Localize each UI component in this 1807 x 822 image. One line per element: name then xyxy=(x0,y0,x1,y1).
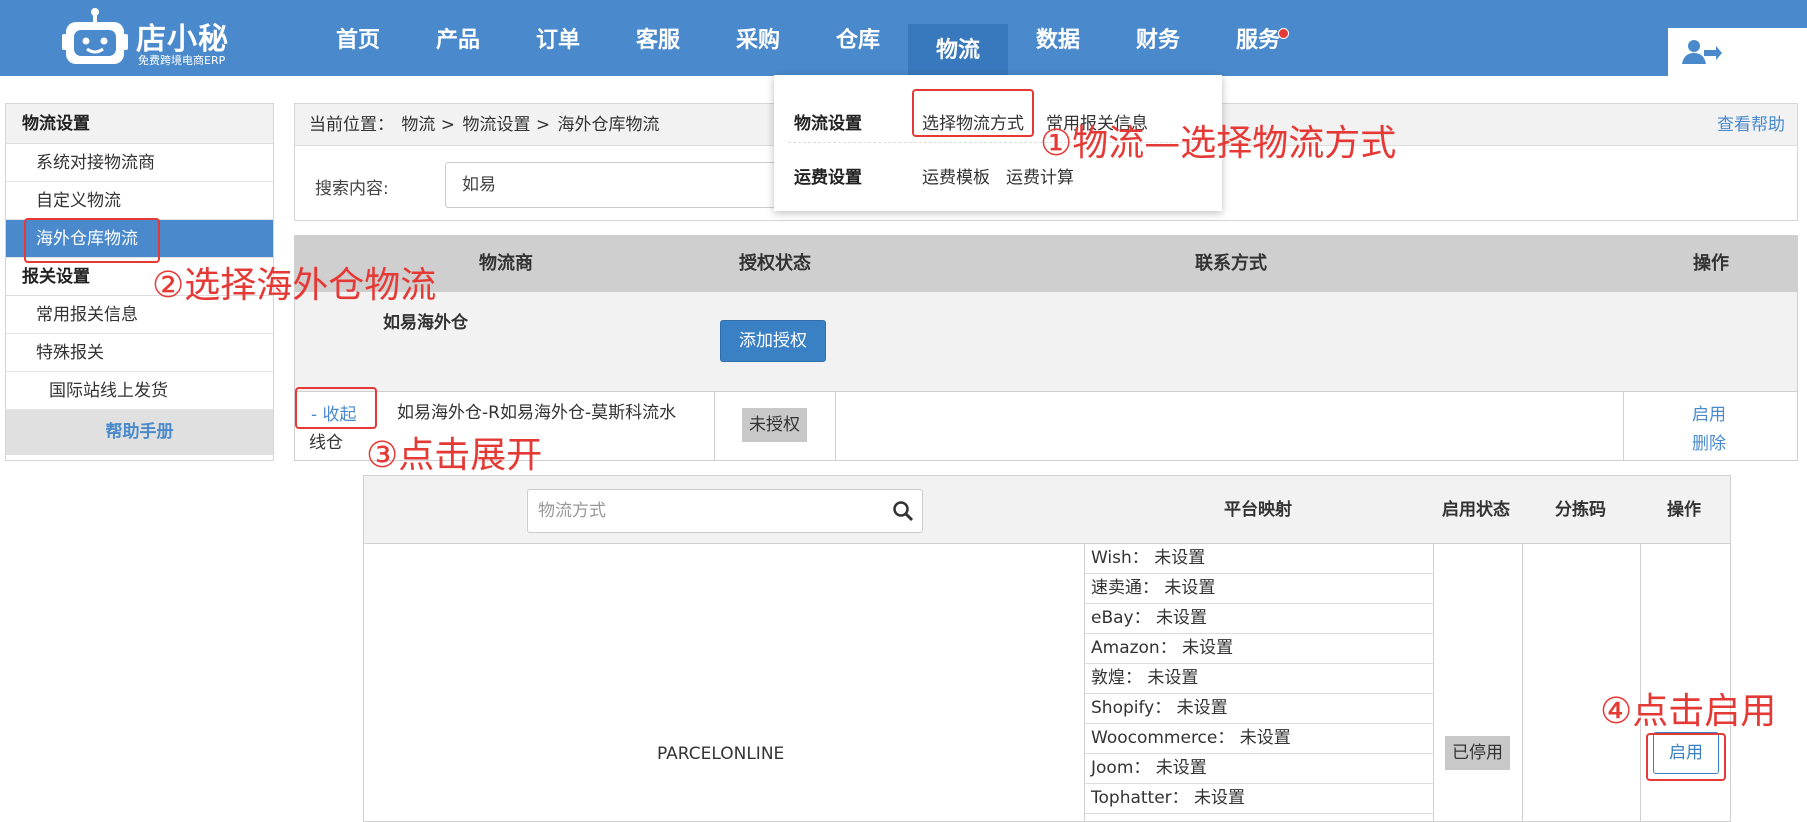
sidebar-item-special-customs[interactable]: 特殊报关 xyxy=(6,334,273,372)
nav-products[interactable]: 产品 xyxy=(408,0,508,76)
freight-calc-link[interactable]: 运费计算 xyxy=(1006,163,1074,188)
view-help-link[interactable]: 查看帮助 xyxy=(1717,104,1785,146)
logo-subtitle: 免费跨境电商ERP xyxy=(138,54,226,67)
annotation-step3: ③点击展开 xyxy=(366,435,543,476)
user-icon xyxy=(1682,40,1722,64)
nav-logistics[interactable]: 物流 xyxy=(908,24,1008,76)
annotation-step2: ②选择海外仓物流 xyxy=(152,265,437,306)
carrier-group: 如易海外仓 添加授权 xyxy=(295,292,1797,392)
header-operations: 操作 xyxy=(1693,253,1729,274)
sidebar-item-online-shipping[interactable]: 国际站线上发货 xyxy=(6,372,273,410)
highlight-enable xyxy=(1646,733,1726,781)
mapping-joom: Joom： 未设置 xyxy=(1085,754,1434,784)
carrier-name: 如易海外仓-R如易海外仓-莫斯科流水 xyxy=(397,403,677,423)
header-carrier: 物流商 xyxy=(479,253,533,274)
sidebar-item-custom-logistics[interactable]: 自定义物流 xyxy=(6,182,273,220)
search-input[interactable]: 如易 xyxy=(445,162,795,208)
method-name: PARCELONLINE xyxy=(657,744,785,764)
top-navbar: 店小秘 免费跨境电商ERP 首页 产品 订单 客服 采购 仓库 物流 数据 财务… xyxy=(0,0,1807,76)
table-row: PARCELONLINE Wish： 未设置 速卖通： 未设置 eBay： 未设… xyxy=(364,544,1730,821)
nav-purchase[interactable]: 采购 xyxy=(708,0,808,76)
mapping-aliexpress: 速卖通： 未设置 xyxy=(1085,574,1434,604)
notification-dot xyxy=(1278,28,1289,39)
nav-orders[interactable]: 订单 xyxy=(508,0,608,76)
mapping-dhgate: 敦煌： 未设置 xyxy=(1085,664,1434,694)
nav-services[interactable]: 服务 xyxy=(1208,0,1308,76)
carrier-group-name: 如易海外仓 xyxy=(383,313,468,333)
method-search-input[interactable]: 物流方式 xyxy=(527,489,923,533)
mapping-ebay: eBay： 未设置 xyxy=(1085,604,1434,634)
annotation-step1: ①物流—选择物流方式 xyxy=(1040,123,1397,164)
dropdown-title-logistics: 物流设置 xyxy=(794,113,862,134)
carrier-name-cont: 线仓 xyxy=(309,433,343,453)
carrier-table-header: 物流商 授权状态 联系方式 操作 xyxy=(295,236,1797,292)
highlight-overseas-warehouse xyxy=(24,218,160,263)
breadcrumb-current: 海外仓库物流 xyxy=(557,115,660,135)
robot-logo-icon xyxy=(62,8,128,64)
highlight-collapse xyxy=(295,387,377,429)
main-nav: 首页 产品 订单 客服 采购 仓库 物流 数据 财务 服务 xyxy=(308,0,1308,76)
highlight-choose-method xyxy=(912,89,1034,137)
mapping-shopify: Shopify： 未设置 xyxy=(1085,694,1434,724)
header-auth-status: 授权状态 xyxy=(739,253,811,274)
search-icon[interactable] xyxy=(892,500,914,522)
logo[interactable]: 店小秘 免费跨境电商ERP xyxy=(62,6,242,68)
freight-template-link[interactable]: 运费模板 xyxy=(922,163,990,188)
mapping-wish: Wish： 未设置 xyxy=(1085,544,1434,574)
methods-table-header: 物流方式 平台映射 启用状态 分拣码 操作 xyxy=(364,476,1730,544)
method-status-badge: 已停用 xyxy=(1445,736,1510,770)
carrier-enable-link[interactable]: 启用 xyxy=(1692,400,1726,425)
shipping-methods-table: 物流方式 平台映射 启用状态 分拣码 操作 PARCELONLINE Wish：… xyxy=(363,475,1731,822)
nav-data[interactable]: 数据 xyxy=(1008,0,1108,76)
header-method-ops: 操作 xyxy=(1667,500,1701,520)
nav-finance[interactable]: 财务 xyxy=(1108,0,1208,76)
header-contact: 联系方式 xyxy=(1195,253,1267,274)
sidebar-item-system-carriers[interactable]: 系统对接物流商 xyxy=(6,144,273,182)
carrier-delete-link[interactable]: 删除 xyxy=(1692,429,1726,454)
nav-home[interactable]: 首页 xyxy=(308,0,408,76)
help-manual-link[interactable]: 帮助手册 xyxy=(6,410,273,455)
dropdown-title-freight: 运费设置 xyxy=(794,167,862,188)
mapping-tophatter: Tophatter： 未设置 xyxy=(1085,784,1434,814)
breadcrumb-logistics[interactable]: 物流 > xyxy=(401,115,455,135)
header-platform-mapping: 平台映射 xyxy=(1224,500,1292,520)
header-enable-status: 启用状态 xyxy=(1442,500,1510,520)
sidebar-section-logistics: 物流设置 xyxy=(6,104,273,144)
nav-customer-service[interactable]: 客服 xyxy=(608,0,708,76)
mapping-woocommerce: Woocommerce： 未设置 xyxy=(1085,724,1434,754)
annotation-step4: ④点击启用 xyxy=(1600,691,1777,732)
nav-warehouse[interactable]: 仓库 xyxy=(808,0,908,76)
add-authorization-button[interactable]: 添加授权 xyxy=(720,320,826,362)
breadcrumb-logistics-settings[interactable]: 物流设置 > xyxy=(462,115,550,135)
header-sort-code: 分拣码 xyxy=(1555,500,1606,520)
user-menu[interactable] xyxy=(1668,28,1807,76)
search-label: 搜索内容: xyxy=(315,179,389,199)
auth-status-badge: 未授权 xyxy=(742,408,807,442)
mapping-amazon: Amazon： 未设置 xyxy=(1085,634,1434,664)
